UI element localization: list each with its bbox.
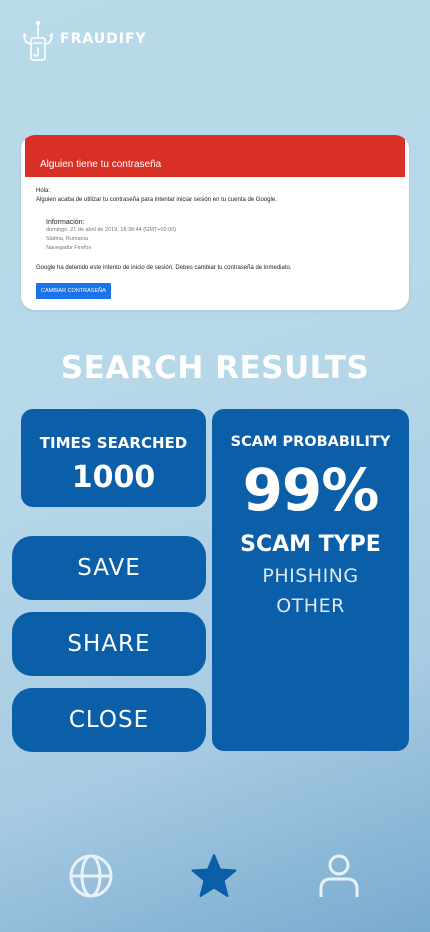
close-button[interactable]: CLOSE	[12, 688, 206, 752]
preview-info-line: Slatina, Rumania	[46, 236, 88, 242]
preview-info-line: Navegador Firefox	[46, 245, 92, 251]
preview-email-body: Hola: Alguien acaba de utilizar tu contr…	[21, 177, 409, 299]
times-searched-value: 1000	[71, 460, 156, 495]
scam-type-item: OTHER	[276, 595, 345, 617]
times-searched-label: TIMES SEARCHED	[39, 434, 188, 452]
screenshot-preview: Alguien tiene tu contraseña Hola: Alguie…	[21, 135, 409, 310]
fishing-hook-logo-icon	[23, 20, 53, 61]
user-icon	[319, 854, 359, 897]
nav-globe-button[interactable]	[67, 852, 115, 900]
preview-info-block: Información: domingo, 21 de abril de 201…	[46, 219, 409, 253]
app-brand-name: FRAUDIFY	[60, 31, 147, 47]
scam-probability-label: SCAM PROBABILITY	[230, 434, 391, 450]
times-searched-card: TIMES SEARCHED 1000	[21, 409, 206, 507]
save-button[interactable]: SAVE	[12, 536, 206, 600]
nav-favorites-button[interactable]	[190, 852, 238, 900]
preview-greeting: Hola:	[36, 188, 51, 194]
app-header: FRAUDIFY	[20, 20, 147, 64]
preview-info-title: Información:	[46, 219, 85, 226]
nav-profile-button[interactable]	[315, 852, 363, 900]
star-icon	[191, 854, 237, 897]
preview-change-password-button: CAMBIAR CONTRASEÑA	[36, 283, 111, 299]
scam-type-item: PHISHING	[262, 565, 359, 587]
share-button[interactable]: SHARE	[12, 612, 206, 676]
scam-probability-card: SCAM PROBABILITY 99% SCAM TYPE PHISHING …	[212, 409, 409, 751]
search-results-title: SEARCH RESULTS	[60, 350, 370, 386]
globe-icon	[69, 854, 113, 898]
preview-final-message: Google ha detenido este intento de inici…	[36, 265, 292, 271]
preview-info-line: domingo, 21 de abril de 2019, 18:38:44 (…	[46, 227, 177, 233]
scam-probability-value: 99%	[242, 456, 380, 524]
preview-banner: Alguien tiene tu contraseña	[25, 135, 405, 177]
scam-type-label: SCAM TYPE	[240, 532, 381, 557]
preview-message: Alguien acaba de utilizar tu contraseña …	[36, 197, 277, 203]
